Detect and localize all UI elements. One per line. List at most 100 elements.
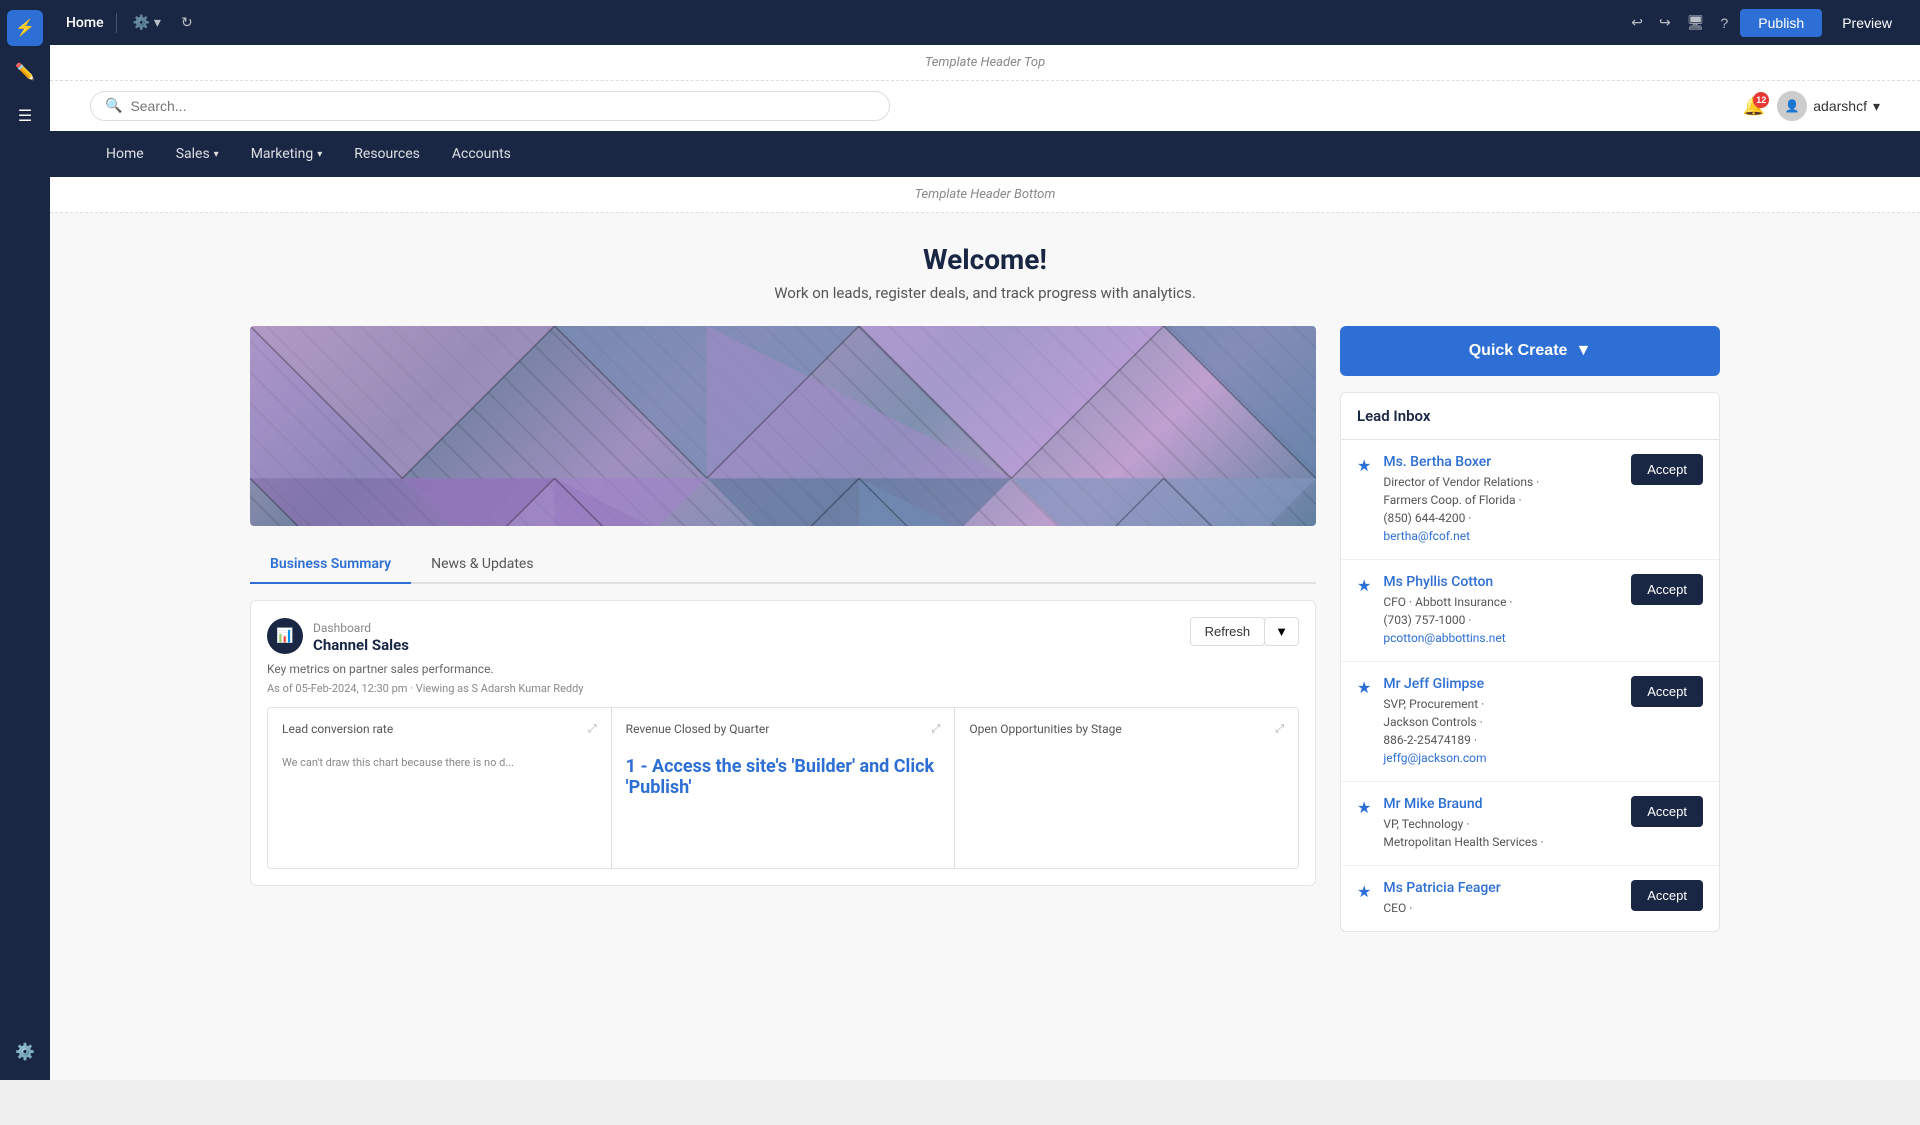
- accept-button-3[interactable]: Accept: [1631, 676, 1703, 707]
- hero-image: [250, 326, 1316, 526]
- dashboard-title-text: Dashboard Channel Sales: [313, 617, 409, 654]
- lead-info-5: Ms Patricia Feager CEO ·: [1383, 880, 1619, 917]
- nav-item-accounts[interactable]: Accounts: [436, 134, 527, 174]
- lead-detail-4: VP, Technology · Metropolitan Health Ser…: [1383, 815, 1619, 851]
- lead-name-5[interactable]: Ms Patricia Feager: [1383, 880, 1619, 896]
- lead-item: ★ Ms. Bertha Boxer Director of Vendor Re…: [1341, 440, 1719, 560]
- publish-hint-chart: 1 - Access the site's 'Builder' and Clic…: [626, 756, 941, 798]
- notifications-button[interactable]: 🔔 12: [1743, 96, 1765, 117]
- lead-star-icon-5: ★: [1357, 882, 1371, 901]
- lead-star-icon-2: ★: [1357, 576, 1371, 595]
- quick-create-button[interactable]: Quick Create ▼: [1340, 326, 1720, 376]
- main-area: Template Header Top 🔍 🔔 12 👤 adarshcf ▾ …: [50, 45, 1920, 1080]
- lead-info-2: Ms Phyllis Cotton CFO · Abbott Insurance…: [1383, 574, 1619, 647]
- undo-btn[interactable]: ↩: [1627, 10, 1647, 35]
- accept-button-4[interactable]: Accept: [1631, 796, 1703, 827]
- nav-item-resources[interactable]: Resources: [338, 134, 436, 174]
- lead-star-icon-4: ★: [1357, 798, 1371, 817]
- welcome-subtitle: Work on leads, register deals, and track…: [250, 284, 1720, 302]
- preview-button[interactable]: Preview: [1830, 9, 1904, 37]
- dashboard-card-title: 📊 Dashboard Channel Sales: [267, 617, 409, 654]
- site-header: 🔍 🔔 12 👤 adarshcf ▾: [50, 81, 1920, 131]
- accept-button-1[interactable]: Accept: [1631, 454, 1703, 485]
- editor-bar: Home ⚙️ ▾ ↻ ↩ ↪ 🖥 ? Publish Preview: [50, 0, 1920, 45]
- lead-name-3[interactable]: Mr Jeff Glimpse: [1383, 676, 1619, 692]
- lead-info-3: Mr Jeff Glimpse SVP, Procurement · Jacks…: [1383, 676, 1619, 767]
- metric-tile-opportunities: Open Opportunities by Stage ⤢: [955, 708, 1298, 868]
- editor-right-actions: ↩ ↪ 🖥 ? Publish Preview: [1627, 9, 1904, 37]
- template-header-top-text: Template Header Top: [925, 55, 1045, 70]
- lead-item: ★ Ms Phyllis Cotton CFO · Abbott Insuran…: [1341, 560, 1719, 662]
- lead-detail-3: SVP, Procurement · Jackson Controls · 88…: [1383, 695, 1619, 767]
- refresh-dropdown-button[interactable]: ▼: [1264, 617, 1299, 646]
- lead-star-icon-1: ★: [1357, 456, 1371, 475]
- accept-button-5[interactable]: Accept: [1631, 880, 1703, 911]
- notification-badge: 12: [1753, 92, 1769, 108]
- page-content: Welcome! Work on leads, register deals, …: [50, 213, 1920, 962]
- edit-icon-btn[interactable]: ✏️: [7, 54, 43, 90]
- metric-tile-title-3: Open Opportunities by Stage ⤢: [969, 722, 1284, 736]
- header-right: 🔔 12 👤 adarshcf ▾: [1743, 91, 1880, 121]
- lead-detail-1: Director of Vendor Relations · Farmers C…: [1383, 473, 1619, 545]
- user-name: adarshcf: [1813, 98, 1867, 114]
- dashboard-name: Channel Sales: [313, 636, 409, 654]
- preview-mode-btn[interactable]: 🖥: [1683, 10, 1709, 35]
- lead-detail-5: CEO ·: [1383, 899, 1619, 917]
- user-avatar: 👤: [1777, 91, 1807, 121]
- accept-button-2[interactable]: Accept: [1631, 574, 1703, 605]
- template-header-bottom: Template Header Bottom: [50, 177, 1920, 213]
- refresh-button[interactable]: Refresh: [1190, 617, 1266, 646]
- expand-icon-3[interactable]: ⤢: [1275, 722, 1284, 736]
- lead-info-4: Mr Mike Braund VP, Technology · Metropol…: [1383, 796, 1619, 851]
- lead-name-1[interactable]: Ms. Bertha Boxer: [1383, 454, 1619, 470]
- nav-icon-btn[interactable]: ☰: [7, 98, 43, 134]
- metric-title-text-3: Open Opportunities by Stage: [969, 722, 1121, 736]
- tab-news-updates[interactable]: News & Updates: [411, 546, 554, 584]
- user-menu-button[interactable]: 👤 adarshcf ▾: [1777, 91, 1880, 121]
- nav-bar: Home Sales ▾ Marketing ▾ Resources Accou…: [50, 131, 1920, 177]
- quick-create-label: Quick Create: [1469, 342, 1568, 360]
- lead-email-2[interactable]: pcotton@abbottins.net: [1383, 631, 1505, 645]
- help-btn[interactable]: ?: [1716, 11, 1732, 35]
- lead-name-4[interactable]: Mr Mike Braund: [1383, 796, 1619, 812]
- sales-chevron-icon: ▾: [214, 149, 219, 160]
- expand-icon-2[interactable]: ⤢: [932, 722, 941, 736]
- left-sidebar: ⚡ ✏️ ☰ ⚙️: [0, 0, 50, 1080]
- settings-icon-btn[interactable]: ⚙️: [7, 1034, 43, 1070]
- refresh-btn[interactable]: ↻: [177, 10, 197, 35]
- nav-item-marketing[interactable]: Marketing ▾: [235, 134, 339, 174]
- template-header-bottom-text: Template Header Bottom: [915, 187, 1056, 202]
- search-bar[interactable]: 🔍: [90, 91, 890, 121]
- tab-business-summary[interactable]: Business Summary: [250, 546, 411, 584]
- nav-item-home[interactable]: Home: [90, 134, 160, 174]
- lead-detail-2: CFO · Abbott Insurance · (703) 757-1000 …: [1383, 593, 1619, 647]
- metric-tile-title-2: Revenue Closed by Quarter ⤢: [626, 722, 941, 736]
- lead-info-1: Ms. Bertha Boxer Director of Vendor Rela…: [1383, 454, 1619, 545]
- page-name: Home: [66, 15, 104, 31]
- metric-title-text-2: Revenue Closed by Quarter: [626, 722, 770, 736]
- lead-item: ★ Mr Jeff Glimpse SVP, Procurement · Jac…: [1341, 662, 1719, 782]
- lead-email-1[interactable]: bertha@fcof.net: [1383, 529, 1470, 543]
- refresh-controls: Refresh ▼: [1190, 617, 1299, 646]
- search-input[interactable]: [130, 98, 875, 114]
- search-icon: 🔍: [105, 98, 122, 114]
- content-tabs: Business Summary News & Updates: [250, 546, 1316, 584]
- metric-tile-title-1: Lead conversion rate ⤢: [282, 722, 597, 736]
- settings-gear-btn[interactable]: ⚙️ ▾: [129, 10, 165, 35]
- lead-email-3[interactable]: jeffg@jackson.com: [1383, 751, 1486, 765]
- user-dropdown-chevron: ▾: [1873, 98, 1880, 115]
- content-right: Quick Create ▼ Lead Inbox ★ Ms. Bertha B…: [1340, 326, 1720, 932]
- dashboard-card-header: 📊 Dashboard Channel Sales Refresh ▼: [267, 617, 1299, 654]
- lightning-icon-btn[interactable]: ⚡: [7, 10, 43, 46]
- redo-btn[interactable]: ↪: [1655, 10, 1675, 35]
- dashboard-description: Key metrics on partner sales performance…: [267, 662, 1299, 676]
- expand-icon-1[interactable]: ⤢: [588, 722, 597, 736]
- publish-button[interactable]: Publish: [1740, 9, 1822, 37]
- lead-inbox-card: Lead Inbox ★ Ms. Bertha Boxer Director o…: [1340, 392, 1720, 932]
- nav-item-sales[interactable]: Sales ▾: [160, 134, 235, 174]
- content-grid: Business Summary News & Updates 📊 Dashbo…: [250, 326, 1720, 932]
- lead-name-2[interactable]: Ms Phyllis Cotton: [1383, 574, 1619, 590]
- welcome-title: Welcome!: [250, 243, 1720, 276]
- publish-hint-text: 1 - Access the site's 'Builder' and Clic…: [626, 756, 934, 798]
- lead-item: ★ Mr Mike Braund VP, Technology · Metrop…: [1341, 782, 1719, 866]
